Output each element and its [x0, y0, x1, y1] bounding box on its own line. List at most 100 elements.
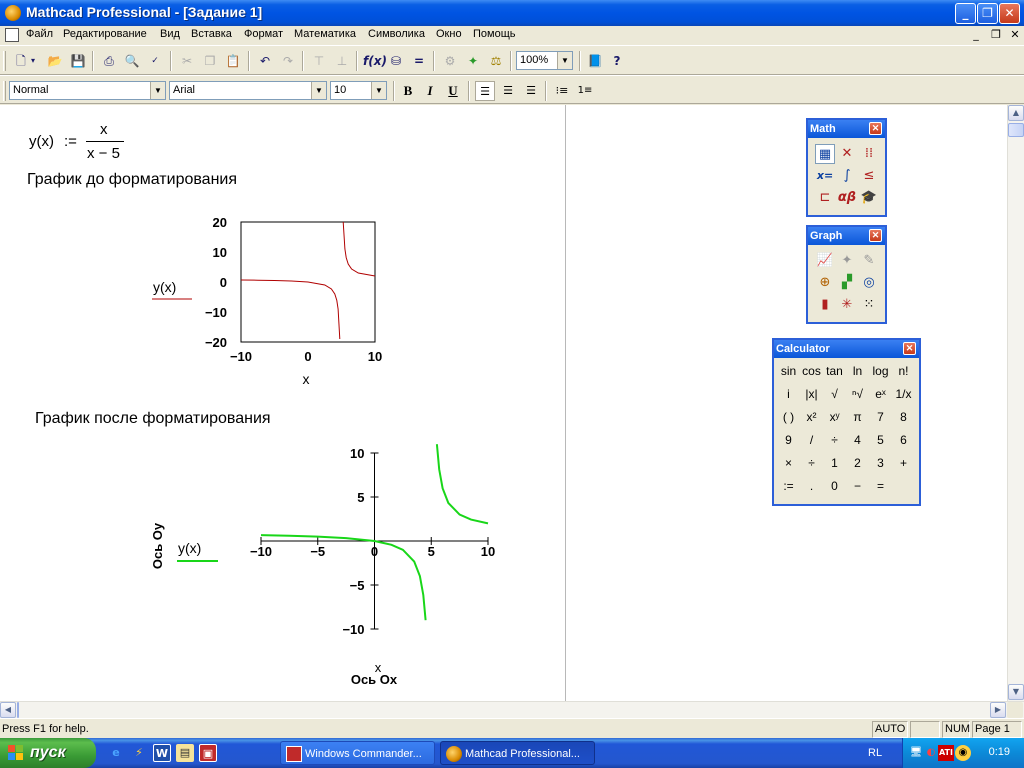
calculator-key[interactable]: xʸ	[823, 407, 846, 428]
bold-button[interactable]: B	[398, 81, 418, 101]
insert-unit-icon[interactable]: ⛁	[386, 51, 406, 71]
plot-before-formatting[interactable]: 20100−10−20 −10 0 10 y(x) x	[140, 210, 400, 385]
calculator-key[interactable]: 8	[892, 407, 915, 428]
calculus-toolbar-icon[interactable]: ∫	[837, 166, 857, 186]
calculator-key[interactable]: 4	[846, 430, 869, 451]
help-icon[interactable]: ?	[607, 51, 627, 71]
calculator-key[interactable]: 6	[892, 430, 915, 451]
cut-icon[interactable]: ✂	[177, 51, 197, 71]
document-icon[interactable]	[5, 28, 19, 42]
calculator-key[interactable]: π	[846, 407, 869, 428]
numbering-icon[interactable]: 1≡	[575, 81, 595, 101]
print-preview-icon[interactable]: 🔍	[122, 51, 142, 71]
calculator-key[interactable]: 2	[846, 453, 869, 474]
print-icon[interactable]: ⎙	[99, 51, 119, 71]
mathcad-app-icon[interactable]	[5, 5, 21, 21]
align-center-icon[interactable]: ☰	[498, 81, 518, 101]
scroll-up-icon[interactable]: ▲	[1008, 105, 1024, 121]
zoom-plot-icon[interactable]: ✦	[837, 251, 857, 271]
style-select[interactable]: Normal ▼	[9, 81, 166, 100]
chevron-down-icon[interactable]: ▼	[557, 52, 572, 69]
polar-plot-icon[interactable]: ⊕	[815, 273, 835, 293]
calculator-key[interactable]: √	[823, 384, 846, 405]
network-icon[interactable]: 🖥	[908, 745, 924, 761]
doc-close-button[interactable]: ✕	[1007, 27, 1023, 43]
calculator-key[interactable]: i	[777, 384, 800, 405]
doc-minimize-button[interactable]: _	[968, 27, 984, 43]
spell-check-icon[interactable]: ✓	[145, 51, 165, 71]
font-size-select[interactable]: 10 ▼	[330, 81, 387, 100]
vector-field-plot-icon[interactable]: ⁙	[859, 295, 879, 315]
plot-after-formatting[interactable]: −10 −5 0 5 10105−5−10 y(x) Ось Оу x Ось Ох	[140, 440, 520, 685]
resources-icon[interactable]: ⚖	[486, 51, 506, 71]
calculator-key[interactable]: 1	[823, 453, 846, 474]
symbolic-toolbar-icon[interactable]: 🎓	[859, 188, 879, 208]
contour-plot-icon[interactable]: ◎	[859, 273, 879, 293]
calculator-key[interactable]: cos	[800, 361, 823, 382]
heading-after-formatting[interactable]: График после форматирования	[35, 410, 271, 428]
word-icon[interactable]: W	[153, 744, 171, 762]
close-icon[interactable]: ✕	[903, 342, 916, 355]
calculator-key[interactable]: log	[869, 361, 892, 382]
language-indicator[interactable]: RL	[868, 747, 882, 759]
calculator-key[interactable]: .	[800, 476, 823, 497]
calculator-key[interactable]: =	[869, 476, 892, 497]
menu-edit[interactable]: Редактирование	[63, 28, 147, 40]
menu-insert[interactable]: Вставка	[191, 28, 232, 40]
definition-denominator[interactable]: x − 5	[87, 145, 120, 162]
chevron-down-icon[interactable]: ▼	[311, 82, 326, 99]
bullets-icon[interactable]: ⁝≡	[552, 81, 572, 101]
scroll-right-icon[interactable]: ▶	[990, 702, 1006, 718]
doc-restore-button[interactable]: ❐	[988, 27, 1004, 43]
trace-plot-icon[interactable]: ✎	[859, 251, 879, 271]
menu-help[interactable]: Помощь	[473, 28, 516, 40]
calculator-key[interactable]: ( )	[777, 407, 800, 428]
calculator-key[interactable]: n!	[892, 361, 915, 382]
toolbar-grip[interactable]	[3, 81, 6, 101]
vertical-scroll-thumb[interactable]	[1008, 123, 1024, 137]
redo-icon[interactable]: ↷	[278, 51, 298, 71]
calculator-key[interactable]: /	[800, 430, 823, 451]
italic-button[interactable]: I	[420, 81, 440, 101]
graph-toolbar-icon[interactable]: ✕	[837, 144, 857, 164]
heading-before-formatting[interactable]: График до форматирования	[27, 171, 237, 189]
calculator-palette-titlebar[interactable]: Calculator ✕	[774, 340, 919, 358]
calculator-key[interactable]: |x|	[800, 384, 823, 405]
math-palette-titlebar[interactable]: Math ✕	[808, 120, 885, 138]
notepad-icon[interactable]: ▤	[176, 744, 194, 762]
programming-toolbar-icon[interactable]: ⊏	[815, 188, 835, 208]
internet-explorer-icon[interactable]: e	[107, 744, 125, 762]
align-left-icon[interactable]: ☰	[475, 81, 495, 101]
evaluation-toolbar-icon[interactable]: x=	[815, 166, 835, 186]
font-select[interactable]: Arial ▼	[169, 81, 327, 100]
commander-icon[interactable]: ⚡	[130, 744, 148, 762]
toolbar-grip[interactable]	[3, 51, 6, 71]
insert-function-icon[interactable]: f(x)	[363, 51, 387, 71]
minimize-button[interactable]: _	[955, 3, 976, 24]
calculator-key[interactable]: −	[846, 476, 869, 497]
task-windows-commander[interactable]: Windows Commander...	[280, 741, 435, 765]
scroll-left-icon[interactable]: ◀	[0, 702, 16, 718]
open-icon[interactable]: 📂	[45, 51, 65, 71]
new-dropdown-icon[interactable]: ▾	[28, 51, 38, 71]
calculator-key[interactable]: :=	[777, 476, 800, 497]
calculator-key[interactable]: ÷	[823, 430, 846, 451]
calculator-key[interactable]: 3	[869, 453, 892, 474]
matrix-toolbar-icon[interactable]: ⁞⁞	[859, 144, 879, 164]
align-right-icon[interactable]: ☰	[521, 81, 541, 101]
definition-lhs[interactable]: y(x)	[29, 133, 54, 150]
calculator-key[interactable]: 1/x	[892, 384, 915, 405]
media-icon[interactable]: ◉	[955, 745, 971, 761]
horizontal-scrollbar[interactable]: ◀ ▶	[0, 701, 1024, 718]
paste-icon[interactable]: 📋	[223, 51, 243, 71]
menu-window[interactable]: Окно	[436, 28, 462, 40]
menu-file[interactable]: Файл	[26, 28, 53, 40]
restore-button[interactable]: ❐	[977, 3, 998, 24]
vertical-scrollbar[interactable]: ▲ ▼	[1007, 105, 1024, 701]
insert-component-icon[interactable]: ⚙	[440, 51, 460, 71]
menu-view[interactable]: Вид	[160, 28, 180, 40]
run-icon[interactable]: ✦	[463, 51, 483, 71]
scroll-down-icon[interactable]: ▼	[1008, 684, 1024, 700]
align-down-icon[interactable]: ⊥	[332, 51, 352, 71]
bar-plot-icon[interactable]: ▮	[815, 295, 835, 315]
